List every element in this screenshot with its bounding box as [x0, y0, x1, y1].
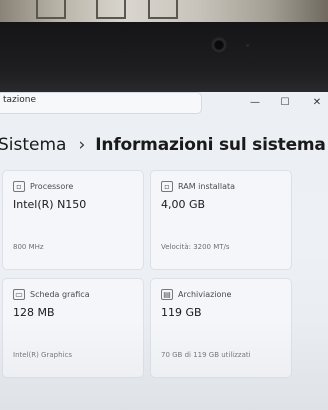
minimize-button[interactable]: —: [240, 93, 270, 111]
card-header: ▭ Scheda grafica: [13, 289, 90, 300]
background-window: [96, 0, 126, 19]
graphics-card: ▭ Scheda grafica 128 MB Intel(R) Graphic…: [2, 278, 144, 378]
card-value: 119 GB: [161, 306, 202, 319]
card-title: Scheda grafica: [30, 290, 90, 299]
laptop-bezel: [0, 22, 328, 92]
card-title: Archiviazione: [178, 290, 232, 299]
processor-icon: ▫: [13, 181, 25, 192]
background-wall: [0, 0, 328, 22]
ram-card: ▫ RAM installata 4,00 GB Velocità: 3200 …: [150, 170, 292, 270]
page-title: Informazioni sul sistema: [95, 135, 326, 155]
card-detail: 70 GB di 119 GB utilizzati: [161, 351, 251, 359]
card-title: Processore: [30, 182, 74, 191]
settings-window: tazione — ☐ ✕ Sistema › Informazioni sul…: [0, 92, 328, 410]
card-value: 128 MB: [13, 306, 55, 319]
close-button[interactable]: ✕: [302, 93, 328, 111]
card-header: ▫ RAM installata: [161, 181, 235, 192]
webcam-led: [246, 44, 249, 47]
breadcrumb-separator: ›: [78, 135, 86, 155]
card-detail: 800 MHz: [13, 243, 44, 251]
background-window: [36, 0, 66, 19]
breadcrumb-parent[interactable]: Sistema: [0, 135, 66, 155]
card-value: 4,00 GB: [161, 198, 206, 211]
card-header: ▫ Processore: [13, 181, 73, 192]
storage-card: ▤ Archiviazione 119 GB 70 GB di 119 GB u…: [150, 278, 292, 378]
search-text: tazione: [3, 95, 37, 105]
card-title: RAM installata: [178, 182, 236, 191]
card-value: Intel(R) N150: [13, 198, 87, 211]
ram-icon: ▫: [161, 181, 173, 192]
card-detail: Intel(R) Graphics: [13, 351, 72, 359]
title-bar: tazione — ☐ ✕: [0, 92, 328, 114]
graphics-card-icon: ▭: [13, 289, 25, 300]
card-detail: Velocità: 3200 MT/s: [161, 243, 230, 251]
webcam-icon: [210, 36, 228, 54]
processor-card: ▫ Processore Intel(R) N150 800 MHz: [2, 170, 144, 270]
settings-search-input[interactable]: tazione: [0, 92, 202, 114]
maximize-button[interactable]: ☐: [270, 93, 300, 111]
card-header: ▤ Archiviazione: [161, 289, 231, 300]
storage-icon: ▤: [161, 289, 173, 300]
background-window: [148, 0, 178, 19]
breadcrumb: Sistema › Informazioni sul sistema: [0, 130, 328, 160]
